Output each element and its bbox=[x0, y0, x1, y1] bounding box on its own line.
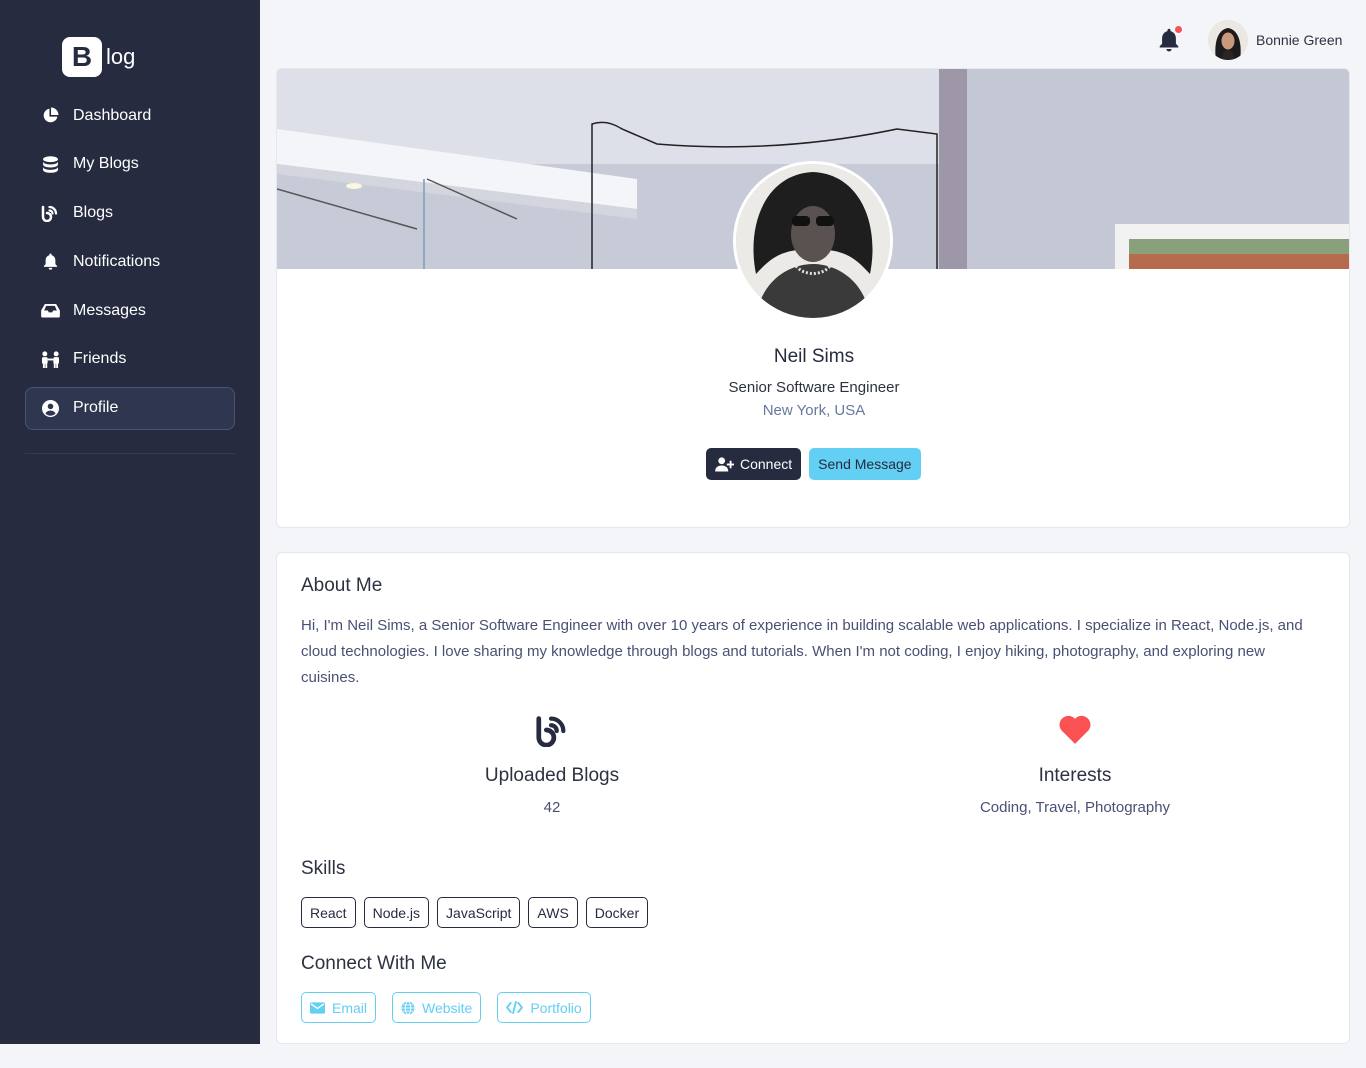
sidebar-item-label: Profile bbox=[73, 399, 119, 417]
profile-card: Neil Sims Senior Software Engineer New Y… bbox=[276, 68, 1350, 528]
skill-badge[interactable]: JavaScript bbox=[437, 897, 521, 928]
email-link-label: Email bbox=[332, 999, 368, 1016]
heart-icon bbox=[1059, 715, 1091, 744]
database-icon bbox=[40, 155, 60, 173]
skills-list: React Node.js JavaScript AWS Docker bbox=[301, 897, 649, 928]
skill-badge[interactable]: AWS bbox=[528, 897, 578, 928]
skill-badge[interactable]: Node.js bbox=[363, 897, 430, 928]
sidebar-divider bbox=[25, 453, 235, 454]
profile-avatar bbox=[733, 161, 893, 321]
inbox-icon bbox=[40, 302, 60, 320]
topbar: Bonnie Green bbox=[260, 0, 1366, 68]
sidebar-item-label: Friends bbox=[73, 350, 127, 368]
globe-icon bbox=[401, 1000, 415, 1015]
bell-icon bbox=[40, 253, 60, 271]
stat-value: Coding, Travel, Photography bbox=[979, 799, 1171, 816]
notification-bell-button[interactable] bbox=[1158, 26, 1182, 52]
user-name[interactable]: Bonnie Green bbox=[1256, 32, 1342, 48]
sidebar-item-notifications[interactable]: Notifications bbox=[25, 240, 235, 283]
envelope-icon bbox=[310, 1001, 325, 1014]
sidebar-item-profile[interactable]: Profile bbox=[25, 386, 235, 430]
sidebar-item-label: Dashboard bbox=[73, 106, 152, 124]
avatar-image bbox=[1208, 20, 1248, 60]
user-circle-icon bbox=[40, 399, 60, 417]
send-message-label: Send Message bbox=[818, 456, 912, 472]
sidebar-nav: Dashboard My Blogs Blogs Notifications M… bbox=[25, 94, 235, 436]
about-heading: About Me bbox=[301, 575, 383, 596]
sidebar-item-label: Notifications bbox=[73, 252, 161, 270]
logo-text: log bbox=[106, 44, 136, 69]
skill-badge[interactable]: Docker bbox=[585, 897, 649, 928]
website-link-label: Website bbox=[422, 999, 473, 1016]
sidebar-item-label: My Blogs bbox=[73, 155, 139, 173]
sidebar-item-my-blogs[interactable]: My Blogs bbox=[25, 143, 235, 186]
about-card: About Me Hi, I'm Neil Sims, a Senior Sof… bbox=[276, 552, 1350, 1044]
stat-interests: Interests Coding, Travel, Photography bbox=[925, 713, 1225, 816]
user-plus-icon bbox=[715, 456, 734, 472]
about-text: Hi, I'm Neil Sims, a Senior Software Eng… bbox=[301, 617, 1303, 686]
profile-location: New York, USA bbox=[762, 402, 866, 419]
email-link[interactable]: Email bbox=[301, 992, 377, 1023]
stat-title: Uploaded Blogs bbox=[484, 765, 620, 786]
stat-title: Interests bbox=[1038, 765, 1112, 786]
sidebar: B log Dashboard My Blogs Blogs Notificat… bbox=[0, 0, 260, 1044]
skills-heading: Skills bbox=[301, 858, 346, 879]
notification-dot bbox=[1175, 26, 1182, 33]
connect-button[interactable]: Connect bbox=[706, 448, 802, 480]
skill-badge[interactable]: React bbox=[301, 897, 356, 928]
connect-links: Email Website Portfolio bbox=[301, 992, 591, 1023]
portfolio-link-label: Portfolio bbox=[530, 999, 582, 1016]
profile-role: Senior Software Engineer bbox=[728, 379, 900, 396]
logo-letter: B bbox=[62, 37, 102, 77]
sidebar-item-friends[interactable]: Friends bbox=[25, 338, 235, 381]
sidebar-item-messages[interactable]: Messages bbox=[25, 289, 235, 332]
website-link[interactable]: Website bbox=[392, 992, 482, 1023]
people-icon bbox=[40, 350, 60, 368]
sidebar-item-blogs[interactable]: Blogs bbox=[25, 192, 235, 235]
chart-pie-icon bbox=[40, 107, 60, 125]
send-message-button[interactable]: Send Message bbox=[809, 448, 921, 480]
stat-value: 42 bbox=[543, 799, 561, 816]
blog-icon bbox=[536, 716, 566, 747]
avatar-image bbox=[736, 164, 890, 318]
brand-logo[interactable]: B log bbox=[62, 37, 135, 77]
code-icon bbox=[506, 1001, 524, 1014]
portfolio-link[interactable]: Portfolio bbox=[497, 992, 591, 1023]
sidebar-item-label: Blogs bbox=[73, 204, 114, 222]
profile-actions: Connect Send Message bbox=[706, 448, 921, 480]
profile-name: Neil Sims bbox=[773, 346, 855, 367]
user-avatar[interactable] bbox=[1208, 20, 1248, 60]
connect-heading: Connect With Me bbox=[301, 953, 447, 974]
stat-uploaded-blogs: Uploaded Blogs 42 bbox=[402, 713, 702, 816]
sidebar-item-dashboard[interactable]: Dashboard bbox=[25, 94, 235, 137]
blog-icon bbox=[40, 204, 60, 223]
connect-button-label: Connect bbox=[740, 456, 793, 472]
sidebar-item-label: Messages bbox=[73, 301, 146, 319]
